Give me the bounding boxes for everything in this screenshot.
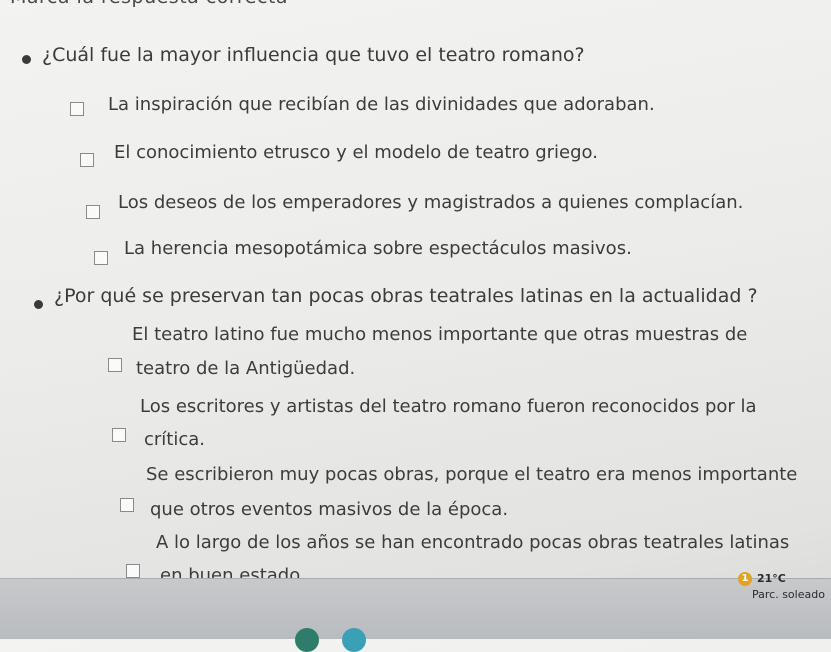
question-2-option-1-checkbox[interactable]	[108, 358, 122, 372]
question-2-option-4-checkbox[interactable]	[126, 564, 140, 578]
question-2-option-3-line-1[interactable]: Se escribieron muy pocas obras, porque e…	[146, 462, 797, 488]
question-1-option-1-label[interactable]: La inspiración que recibían de las divin…	[108, 92, 655, 118]
question-1-option-2-label[interactable]: El conocimiento etrusco y el modelo de t…	[114, 140, 598, 166]
question-2-option-2-checkbox[interactable]	[112, 428, 126, 442]
question-2-option-3-checkbox[interactable]	[120, 498, 134, 512]
instruction-header: Marca la respuesta correcta	[10, 0, 288, 8]
weather-condition[interactable]: Parc. soleado	[752, 588, 825, 601]
question-1-text: ¿Cuál fue la mayor influencia que tuvo e…	[42, 44, 585, 66]
taskbar	[0, 578, 831, 639]
question-2-text: ¿Por qué se preservan tan pocas obras te…	[54, 285, 758, 307]
question-1-option-3-label[interactable]: Los deseos de los emperadores y magistra…	[118, 190, 743, 216]
question-2-bullet	[34, 300, 43, 309]
question-2-option-4-line-1[interactable]: A lo largo de los años se han encontrado…	[156, 530, 789, 556]
question-2-option-1-line-2[interactable]: teatro de la Antigüedad.	[136, 356, 355, 382]
question-1-option-3-checkbox[interactable]	[86, 205, 100, 219]
weather-sun-icon[interactable]: 1	[738, 572, 752, 586]
question-1-option-4-checkbox[interactable]	[94, 251, 108, 265]
question-2-option-2-line-1[interactable]: Los escritores y artistas del teatro rom…	[140, 394, 757, 420]
question-1-option-1-checkbox[interactable]	[70, 102, 84, 116]
question-1-option-2-checkbox[interactable]	[80, 153, 94, 167]
question-1-option-4-label[interactable]: La herencia mesopotámica sobre espectácu…	[124, 236, 632, 262]
question-2-option-2-line-2[interactable]: crítica.	[144, 427, 205, 453]
weather-temperature[interactable]: 21°C	[757, 572, 786, 585]
question-2-option-1-line-1[interactable]: El teatro latino fue mucho menos importa…	[132, 322, 747, 348]
taskbar-browser-icon[interactable]	[342, 628, 366, 652]
taskbar-app-icon[interactable]	[295, 628, 319, 652]
question-1-bullet	[22, 55, 31, 64]
question-2-option-3-line-2[interactable]: que otros eventos masivos de la época.	[150, 497, 508, 523]
